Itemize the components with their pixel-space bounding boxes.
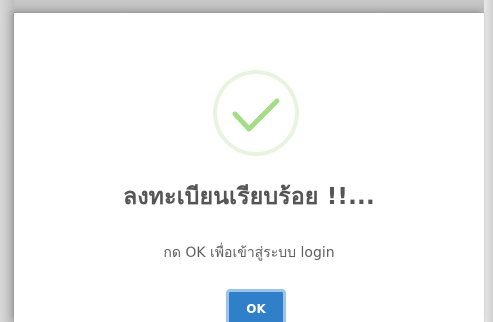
ok-button[interactable]: OK	[226, 289, 286, 322]
success-dialog: ลงทะเบียนเรียบร้อย !!... กด OK เพื่อเข้า…	[14, 13, 484, 322]
screen: ลงทะเบียนเรียบร้อย !!... กด OK เพื่อเข้า…	[0, 0, 493, 322]
window-right-edge	[484, 0, 493, 322]
dialog-message: กด OK เพื่อเข้าสู่ระบบ login	[163, 245, 335, 261]
window-left-edge	[0, 0, 14, 322]
dialog-title: ลงทะเบียนเรียบร้อย !!...	[123, 184, 375, 210]
checkmark-success-icon	[211, 68, 301, 158]
